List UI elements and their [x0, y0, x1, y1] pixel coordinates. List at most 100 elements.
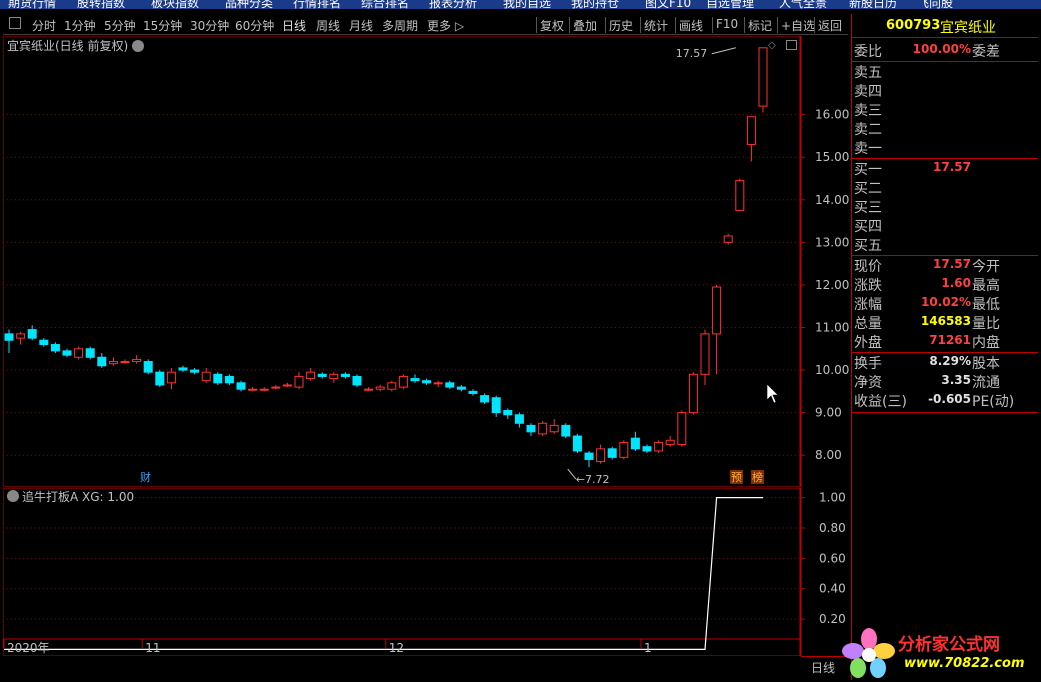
menubar-item[interactable]: 综合排名	[361, 0, 409, 9]
menubar-item[interactable]: 新股日历	[849, 0, 897, 9]
watermark-url: www.70822.com	[904, 656, 1025, 671]
fin-row-label: 净资	[854, 375, 882, 391]
period-tab[interactable]: 1分钟	[64, 17, 96, 34]
menubar-item[interactable]: 板块指数	[151, 0, 199, 9]
buy-level-row-label: 买一	[854, 162, 882, 178]
period-tab[interactable]: 周线	[316, 17, 340, 34]
candle-body	[306, 371, 316, 380]
menubar-item[interactable]: 报表分析	[429, 0, 477, 9]
candle-body	[688, 373, 698, 414]
menubar-item[interactable]: 股转指数	[77, 0, 125, 9]
menubar-item[interactable]: 品种分类	[225, 0, 273, 9]
buy-level-row-label: 买五	[854, 238, 882, 254]
candle-body	[120, 361, 130, 364]
fin-row-label2: 流通	[972, 375, 1000, 391]
candle-body	[143, 361, 153, 373]
candle-body	[677, 412, 687, 446]
y-tick-label: 8.00	[815, 448, 842, 462]
toolbar-separator	[640, 17, 641, 33]
diamond-icon[interactable]: ◇	[768, 40, 776, 51]
stat-row-label2: 最高	[972, 278, 1000, 294]
finance-marker[interactable]: 财	[140, 470, 151, 484]
menubar-item[interactable]: 飞向股	[917, 0, 953, 9]
candle-body	[503, 410, 513, 416]
toolbar-button[interactable]: 历史	[609, 17, 633, 34]
stat-row: 现价 17.57 今开	[852, 256, 1038, 275]
candle-body	[584, 452, 594, 460]
buy-level-row-label: 买四	[854, 219, 882, 235]
fin-row: 换手 8.29% 股本	[852, 353, 1038, 372]
period-tab[interactable]: 60分钟	[235, 17, 274, 34]
stat-row-label2: 今开	[972, 259, 1000, 275]
indicator-chart[interactable]: 0.20 0.40 0.60 0.80 1.00 2020年 11 12 1	[3, 488, 851, 656]
toolbar-separator	[777, 17, 778, 33]
chart-title-dropdown-icon[interactable]	[132, 40, 144, 52]
menubar-item[interactable]: 行情排名	[293, 0, 341, 9]
fin-row-label: 换手	[854, 356, 882, 372]
period-tab[interactable]: 5分钟	[104, 17, 136, 34]
menubar-item[interactable]: 图文F10	[645, 0, 691, 9]
forecast-marker[interactable]: 预	[731, 471, 742, 484]
menubar-item[interactable]: 人气全景	[779, 0, 827, 9]
indicator-title: 追牛打板A XG: 1.00	[22, 490, 135, 504]
annotation-pointer	[567, 468, 577, 480]
stat-row: 涨幅 10.02% 最低	[852, 294, 1038, 313]
toolbar-button[interactable]: 复权	[540, 17, 564, 34]
candle-body	[549, 424, 559, 433]
indicator-y-tick-label: 0.80	[819, 521, 846, 535]
period-tab[interactable]: 更多 ▷	[427, 17, 464, 34]
sell-level-row-label: 卖五	[854, 65, 882, 81]
toolbar-separator	[675, 17, 676, 33]
y-tick-label: 13.00	[815, 235, 849, 249]
period-tab[interactable]: 15分钟	[143, 17, 182, 34]
period-tab[interactable]: 日线	[282, 17, 306, 34]
menubar-item[interactable]: 期货行情	[8, 0, 56, 9]
candle-body	[74, 348, 84, 358]
candle-body	[85, 348, 95, 358]
period-tab[interactable]: 30分钟	[190, 17, 229, 34]
high-annotation: 17.57	[676, 47, 708, 60]
kline-chart[interactable]: 8.00 9.00 10.00 11.00 12.00 13.00 14.00 15.00 16…	[3, 36, 851, 487]
buy-level-row: 买三	[852, 197, 1038, 216]
candle-body	[178, 367, 188, 371]
candle-body	[213, 373, 223, 384]
menubar-item[interactable]: 我的自选	[503, 0, 551, 9]
toolbar-button[interactable]: 返回	[818, 17, 842, 34]
toolbar-toggle-icon[interactable]	[9, 17, 21, 29]
candle-body	[201, 371, 211, 382]
toolbar-button[interactable]: 统计	[644, 17, 668, 34]
ranking-marker[interactable]: 榜	[752, 470, 763, 484]
y-tick-label: 10.00	[815, 363, 849, 377]
toolbar-button[interactable]: F10	[716, 17, 738, 31]
period-tab[interactable]: 多周期	[382, 17, 418, 34]
x-tick-label: 11	[145, 641, 160, 655]
sell-level-row: 卖三	[852, 100, 1038, 119]
y-tick-label: 15.00	[815, 150, 849, 164]
buy-level-row: 买五	[852, 235, 1038, 254]
toolbar-separator	[744, 17, 745, 33]
candle-body	[561, 424, 571, 437]
weibi-value: 100.00%	[912, 42, 971, 56]
period-tab[interactable]: 分时	[32, 17, 56, 34]
fin-row-value: 3.35	[941, 373, 971, 387]
sell-level-row: 卖五	[852, 62, 1038, 81]
toolbar-button[interactable]: +自选	[781, 17, 815, 34]
indicator-y-tick-label: 0.20	[819, 612, 846, 626]
stat-row-value: 71261	[929, 333, 971, 347]
candle-body	[514, 414, 524, 424]
toolbar-button[interactable]: 标记	[748, 17, 772, 34]
watermark-text: 分析家公式网	[898, 635, 1000, 655]
toolbar-button[interactable]: 画线	[679, 17, 703, 34]
panel-toggle-icon[interactable]	[786, 40, 797, 50]
candle-body	[259, 388, 269, 391]
toolbar-button[interactable]: 叠加	[573, 17, 597, 34]
candle-body	[654, 441, 664, 452]
candle-body	[445, 382, 455, 388]
period-tab[interactable]: 月线	[349, 17, 373, 34]
indicator-dropdown-icon[interactable]	[7, 490, 19, 502]
menubar-item[interactable]: 我的持仓	[571, 0, 619, 9]
candle-body	[224, 375, 234, 384]
stock-code: 600793	[886, 18, 941, 33]
candle-body	[62, 350, 72, 356]
menubar-item[interactable]: 自选管理	[706, 0, 754, 9]
